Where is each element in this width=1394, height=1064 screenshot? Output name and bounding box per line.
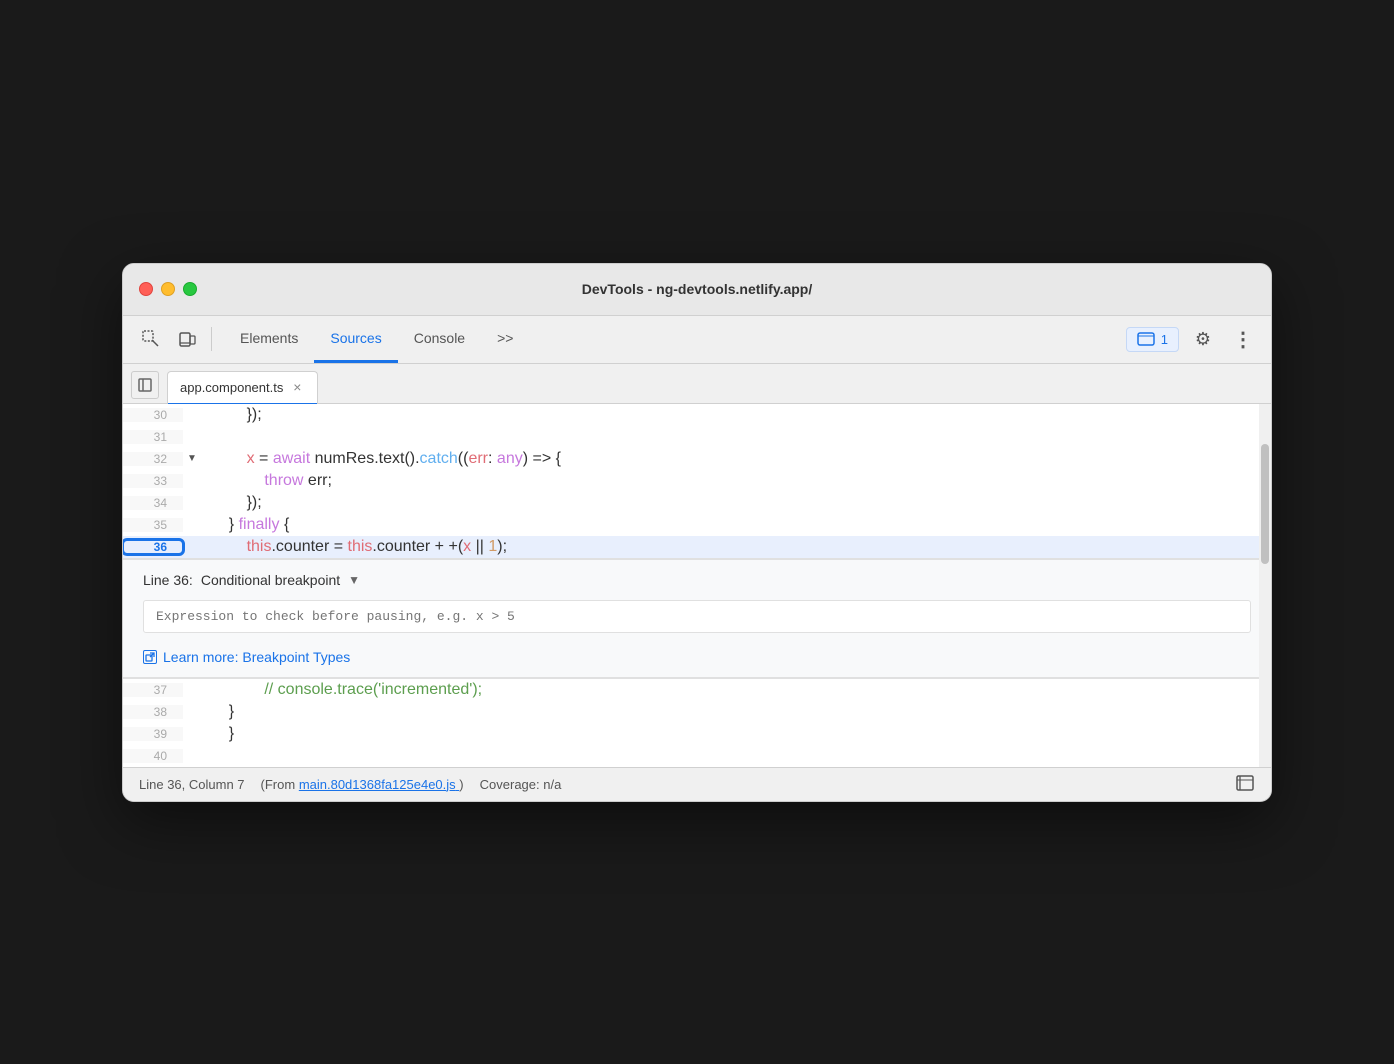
cursor-position: Line 36, Column 7: [139, 777, 245, 792]
code-content-33: throw err;: [203, 472, 332, 490]
device-toggle-button[interactable]: [171, 323, 203, 355]
close-button[interactable]: [139, 282, 153, 296]
line-num-37: 37: [123, 683, 183, 697]
scrollbar-thumb[interactable]: [1261, 444, 1269, 564]
line-num-36: 36: [123, 540, 183, 554]
maximize-button[interactable]: [183, 282, 197, 296]
code-line-39[interactable]: 39 }: [123, 723, 1271, 745]
breakpoint-panel: Line 36: Conditional breakpoint ▼: [123, 559, 1271, 678]
code-line-38[interactable]: 38 }: [123, 701, 1271, 723]
main-content: 30 }); 31 32 ▼ x = await numRes.text().c…: [123, 404, 1271, 767]
minimize-button[interactable]: [161, 282, 175, 296]
toolbar-tabs: Elements Sources Console >>: [224, 316, 529, 363]
breakpoint-header: Line 36: Conditional breakpoint ▼: [143, 572, 1251, 588]
inspect-element-button[interactable]: [135, 323, 167, 355]
file-tab-name: app.component.ts: [180, 380, 283, 395]
line-num-34: 34: [123, 496, 183, 510]
code-content-38: }: [203, 703, 234, 721]
status-from-label: (From main.80d1368fa125e4e0.js ): [261, 777, 464, 792]
sidebar-toggle-button[interactable]: [131, 371, 159, 399]
tab-sources[interactable]: Sources: [314, 316, 397, 363]
toolbar-divider: [211, 327, 212, 351]
code-line-36[interactable]: 36 this.counter = this.counter + +(x || …: [123, 536, 1271, 558]
code-content-39: }: [203, 725, 234, 743]
code-line-34[interactable]: 34 });: [123, 492, 1271, 514]
line-num-38: 38: [123, 705, 183, 719]
line-num-32: 32: [123, 452, 183, 466]
devtools-toolbar: Elements Sources Console >> 1 ⚙: [123, 316, 1271, 364]
source-file-link[interactable]: main.80d1368fa125e4e0.js: [299, 777, 459, 792]
code-content-37: // console.trace('incremented');: [203, 681, 482, 699]
line-num-39: 39: [123, 727, 183, 741]
code-content-30: });: [203, 406, 262, 424]
dropdown-arrow-icon[interactable]: ▼: [348, 573, 360, 587]
message-badge[interactable]: 1: [1126, 327, 1179, 352]
line-arrow-32: ▼: [183, 453, 203, 464]
title-bar: DevTools - ng-devtools.netlify.app/: [123, 264, 1271, 316]
code-section-bottom: 37 // console.trace('incremented'); 38 }…: [123, 678, 1271, 767]
code-content-35: } finally {: [203, 516, 289, 534]
tab-console[interactable]: Console: [398, 316, 481, 363]
code-line-33[interactable]: 33 throw err;: [123, 470, 1271, 492]
line-num-40: 40: [123, 749, 183, 763]
line-num-35: 35: [123, 518, 183, 532]
breakpoint-learn-more-link[interactable]: Learn more: Breakpoint Types: [143, 649, 1251, 665]
scrollbar[interactable]: [1259, 404, 1271, 767]
coverage-label: Coverage: n/a: [480, 777, 562, 792]
breakpoint-line-label: Line 36:: [143, 572, 193, 588]
line-num-33: 33: [123, 474, 183, 488]
code-content-36: this.counter = this.counter + +(x || 1);: [203, 538, 507, 556]
status-bar: Line 36, Column 7 (From main.80d1368fa12…: [123, 767, 1271, 801]
tab-elements[interactable]: Elements: [224, 316, 314, 363]
tab-more[interactable]: >>: [481, 316, 529, 363]
more-options-button[interactable]: ⋮: [1227, 323, 1259, 355]
file-tabs: app.component.ts ×: [123, 364, 1271, 404]
code-line-40[interactable]: 40: [123, 745, 1271, 767]
message-icon: [1137, 332, 1155, 346]
devtools-window: DevTools - ng-devtools.netlify.app/ Elem…: [122, 263, 1272, 802]
file-tab-app-component[interactable]: app.component.ts ×: [167, 371, 318, 403]
code-line-31[interactable]: 31: [123, 426, 1271, 448]
code-line-35[interactable]: 35 } finally {: [123, 514, 1271, 536]
window-title: DevTools - ng-devtools.netlify.app/: [582, 281, 813, 297]
code-editor[interactable]: 30 }); 31 32 ▼ x = await numRes.text().c…: [123, 404, 1271, 767]
status-bar-icon: [1235, 773, 1255, 796]
code-line-30[interactable]: 30 });: [123, 404, 1271, 426]
toolbar-right: 1 ⚙ ⋮: [1126, 323, 1259, 355]
code-line-37[interactable]: 37 // console.trace('incremented');: [123, 679, 1271, 701]
settings-button[interactable]: ⚙: [1187, 323, 1219, 355]
traffic-lights: [139, 282, 197, 296]
code-content-31: [203, 428, 215, 446]
file-tab-close[interactable]: ×: [289, 379, 305, 395]
line-num-30: 30: [123, 408, 183, 422]
breakpoint-link-text: Learn more: Breakpoint Types: [163, 649, 350, 665]
breakpoint-expression-input[interactable]: [143, 600, 1251, 633]
code-content-40: [203, 747, 215, 765]
breakpoint-link-area: Learn more: Breakpoint Types: [143, 649, 1251, 665]
code-line-32[interactable]: 32 ▼ x = await numRes.text().catch((err:…: [123, 448, 1271, 470]
breakpoint-type-label: Conditional breakpoint: [201, 572, 340, 588]
line-num-31: 31: [123, 430, 183, 444]
code-content-34: });: [203, 494, 262, 512]
code-section-top: 30 }); 31 32 ▼ x = await numRes.text().c…: [123, 404, 1271, 559]
code-content-32: x = await numRes.text().catch((err: any)…: [203, 450, 561, 468]
external-link-icon: [143, 650, 157, 664]
